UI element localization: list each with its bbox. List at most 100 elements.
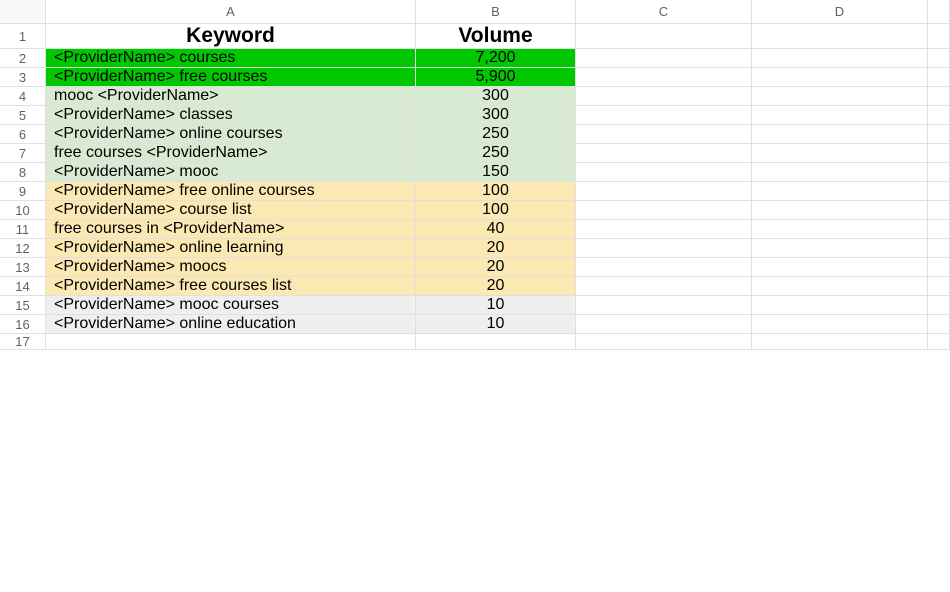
cell-empty[interactable] (752, 68, 928, 87)
cell-volume[interactable]: 300 (416, 87, 576, 106)
cell-empty[interactable] (752, 334, 928, 350)
column-header-A[interactable]: A (46, 0, 416, 24)
row-header[interactable]: 15 (0, 296, 46, 315)
row-header[interactable]: 13 (0, 258, 46, 277)
cell-empty[interactable] (752, 296, 928, 315)
row-header[interactable]: 14 (0, 277, 46, 296)
row-header[interactable]: 12 (0, 239, 46, 258)
cell-empty[interactable] (416, 334, 576, 350)
row-header[interactable]: 2 (0, 49, 46, 68)
cell-volume[interactable]: 5,900 (416, 68, 576, 87)
cell-empty[interactable] (576, 220, 752, 239)
cell-empty[interactable] (928, 163, 950, 182)
cell-empty[interactable] (576, 315, 752, 334)
cell-empty[interactable] (752, 106, 928, 125)
row-header[interactable]: 5 (0, 106, 46, 125)
cell-empty[interactable] (928, 239, 950, 258)
column-header-C[interactable]: C (576, 0, 752, 24)
cell-empty[interactable] (928, 24, 950, 49)
cell-empty[interactable] (928, 87, 950, 106)
cell-empty[interactable] (928, 125, 950, 144)
row-header[interactable]: 17 (0, 334, 46, 350)
cell-volume[interactable]: 150 (416, 163, 576, 182)
row-header[interactable]: 11 (0, 220, 46, 239)
spreadsheet-grid[interactable]: A B C D 1 Keyword Volume 2 <ProviderName… (0, 0, 950, 350)
cell-volume[interactable]: 10 (416, 296, 576, 315)
cell-empty[interactable] (928, 277, 950, 296)
cell-volume[interactable]: 20 (416, 277, 576, 296)
cell-empty[interactable] (928, 144, 950, 163)
cell-keyword[interactable]: <ProviderName> course list (46, 201, 416, 220)
cell-keyword[interactable]: <ProviderName> moocs (46, 258, 416, 277)
column-header-extra[interactable] (928, 0, 950, 24)
cell-empty[interactable] (752, 87, 928, 106)
cell-keyword[interactable]: <ProviderName> mooc courses (46, 296, 416, 315)
cell-empty[interactable] (576, 68, 752, 87)
cell-volume[interactable]: 100 (416, 182, 576, 201)
cell-empty[interactable] (752, 163, 928, 182)
cell-empty[interactable] (752, 220, 928, 239)
cell-empty[interactable] (576, 296, 752, 315)
cell-volume[interactable]: 250 (416, 125, 576, 144)
row-header[interactable]: 8 (0, 163, 46, 182)
cell-keyword[interactable]: <ProviderName> free courses list (46, 277, 416, 296)
cell-empty[interactable] (576, 201, 752, 220)
cell-volume[interactable]: 40 (416, 220, 576, 239)
cell-empty[interactable] (576, 182, 752, 201)
cell-empty[interactable] (752, 277, 928, 296)
cell-keyword[interactable]: <ProviderName> free courses (46, 68, 416, 87)
cell-empty[interactable] (928, 334, 950, 350)
cell-empty[interactable] (752, 125, 928, 144)
cell-empty[interactable] (576, 106, 752, 125)
cell-volume[interactable]: 7,200 (416, 49, 576, 68)
row-header[interactable]: 1 (0, 24, 46, 49)
cell-volume[interactable]: 20 (416, 239, 576, 258)
cell-keyword[interactable]: <ProviderName> free online courses (46, 182, 416, 201)
cell-empty[interactable] (576, 334, 752, 350)
cell-empty[interactable] (928, 296, 950, 315)
cell-empty[interactable] (928, 49, 950, 68)
cell-keyword[interactable]: <ProviderName> online learning (46, 239, 416, 258)
row-header[interactable]: 9 (0, 182, 46, 201)
cell-empty[interactable] (576, 277, 752, 296)
cell-empty[interactable] (928, 315, 950, 334)
cell-empty[interactable] (576, 125, 752, 144)
column-header-D[interactable]: D (752, 0, 928, 24)
cell-keyword[interactable]: free courses <ProviderName> (46, 144, 416, 163)
cell-volume[interactable]: 250 (416, 144, 576, 163)
cell-keyword[interactable]: <ProviderName> courses (46, 49, 416, 68)
select-all-corner[interactable] (0, 0, 46, 24)
row-header[interactable]: 6 (0, 125, 46, 144)
cell-empty[interactable] (576, 163, 752, 182)
cell-keyword[interactable]: <ProviderName> mooc (46, 163, 416, 182)
cell-empty[interactable] (752, 258, 928, 277)
cell-empty[interactable] (928, 258, 950, 277)
cell-empty[interactable] (752, 201, 928, 220)
cell-volume[interactable]: 20 (416, 258, 576, 277)
cell-keyword[interactable]: free courses in <ProviderName> (46, 220, 416, 239)
cell-volume[interactable]: 100 (416, 201, 576, 220)
cell-empty[interactable] (928, 68, 950, 87)
cell-empty[interactable] (576, 87, 752, 106)
row-header[interactable]: 3 (0, 68, 46, 87)
row-header[interactable]: 7 (0, 144, 46, 163)
cell-empty[interactable] (576, 258, 752, 277)
cell-volume[interactable]: 10 (416, 315, 576, 334)
cell-empty[interactable] (752, 49, 928, 68)
header-keyword[interactable]: Keyword (46, 24, 416, 49)
cell-empty[interactable] (576, 144, 752, 163)
cell-empty[interactable] (752, 144, 928, 163)
cell-volume[interactable]: 300 (416, 106, 576, 125)
cell-empty[interactable] (46, 334, 416, 350)
column-header-B[interactable]: B (416, 0, 576, 24)
row-header[interactable]: 10 (0, 201, 46, 220)
header-volume[interactable]: Volume (416, 24, 576, 49)
cell-keyword[interactable]: mooc <ProviderName> (46, 87, 416, 106)
cell-empty[interactable] (928, 182, 950, 201)
cell-empty[interactable] (752, 182, 928, 201)
cell-empty[interactable] (576, 239, 752, 258)
cell-keyword[interactable]: <ProviderName> classes (46, 106, 416, 125)
cell-keyword[interactable]: <ProviderName> online courses (46, 125, 416, 144)
row-header[interactable]: 16 (0, 315, 46, 334)
cell-empty[interactable] (928, 201, 950, 220)
